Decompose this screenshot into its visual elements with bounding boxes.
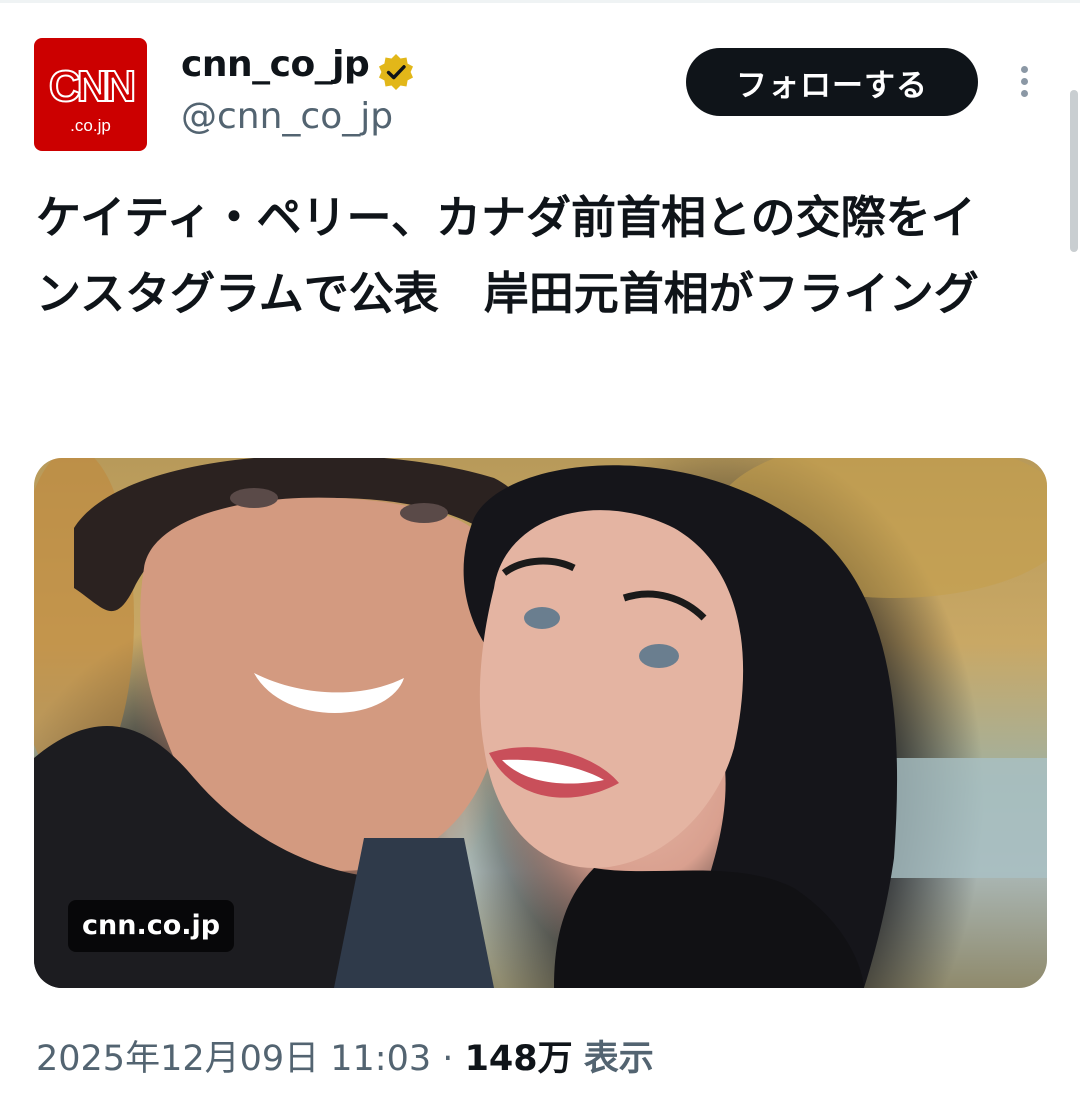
post-timestamp[interactable]: 2025年12月09日 11:03	[36, 1039, 431, 1079]
post-meta: 2025年12月09日 11:03 · 148万 表示	[36, 1030, 654, 1081]
avatar[interactable]: CNN .co.jp	[34, 38, 147, 151]
views-count: 148万	[464, 1039, 573, 1079]
more-options-icon[interactable]	[1010, 62, 1038, 106]
media-source-tag: cnn.co.jp	[68, 900, 235, 952]
follow-button[interactable]: フォローする	[686, 48, 978, 116]
verified-badge-icon	[379, 54, 413, 90]
avatar-brand-sub: .co.jp	[70, 116, 111, 135]
top-divider	[0, 0, 1080, 3]
views-label: 表示	[583, 1039, 654, 1079]
display-name[interactable]: cnn_co_jp	[181, 44, 370, 85]
meta-separator: ·	[442, 1039, 454, 1079]
post-headline: ケイティ・ペリー、カナダ前首相との交際をインスタグラムで公表 岸田元首相がフライ…	[36, 191, 979, 320]
avatar-brand-logo: CNN	[48, 61, 137, 112]
scrollbar[interactable]	[1070, 90, 1078, 252]
post-image[interactable]: cnn.co.jp	[34, 458, 1047, 988]
handle[interactable]: @cnn_co_jp	[181, 96, 393, 137]
